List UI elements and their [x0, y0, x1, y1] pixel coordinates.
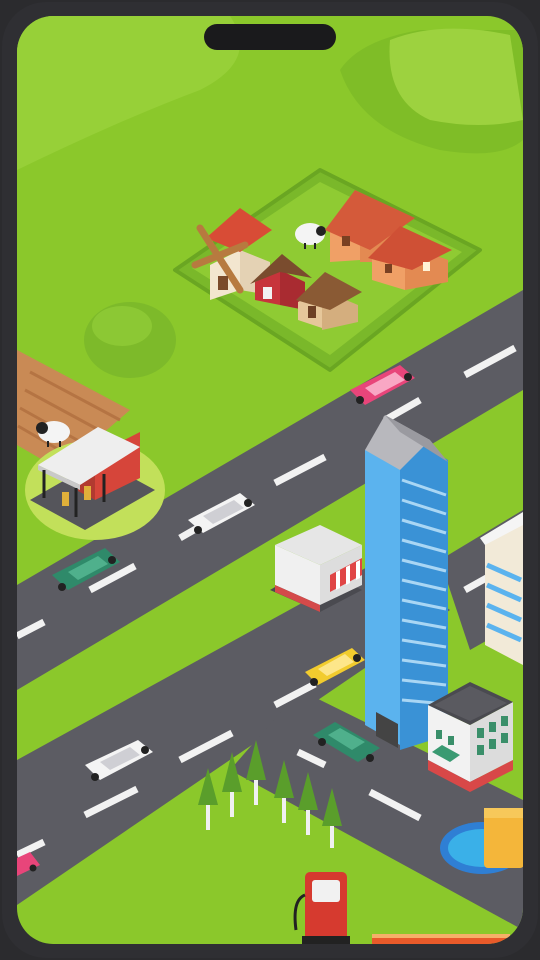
device-notch — [204, 24, 336, 50]
game-scene — [2, 2, 538, 958]
gas-pump[interactable] — [84, 486, 91, 500]
office-white[interactable] — [428, 682, 513, 792]
game-screen — [0, 0, 540, 960]
tower-right[interactable] — [480, 512, 523, 665]
skyscraper-blue[interactable] — [365, 415, 448, 750]
bush-highlight — [92, 306, 152, 346]
gas-pump[interactable] — [62, 492, 69, 506]
